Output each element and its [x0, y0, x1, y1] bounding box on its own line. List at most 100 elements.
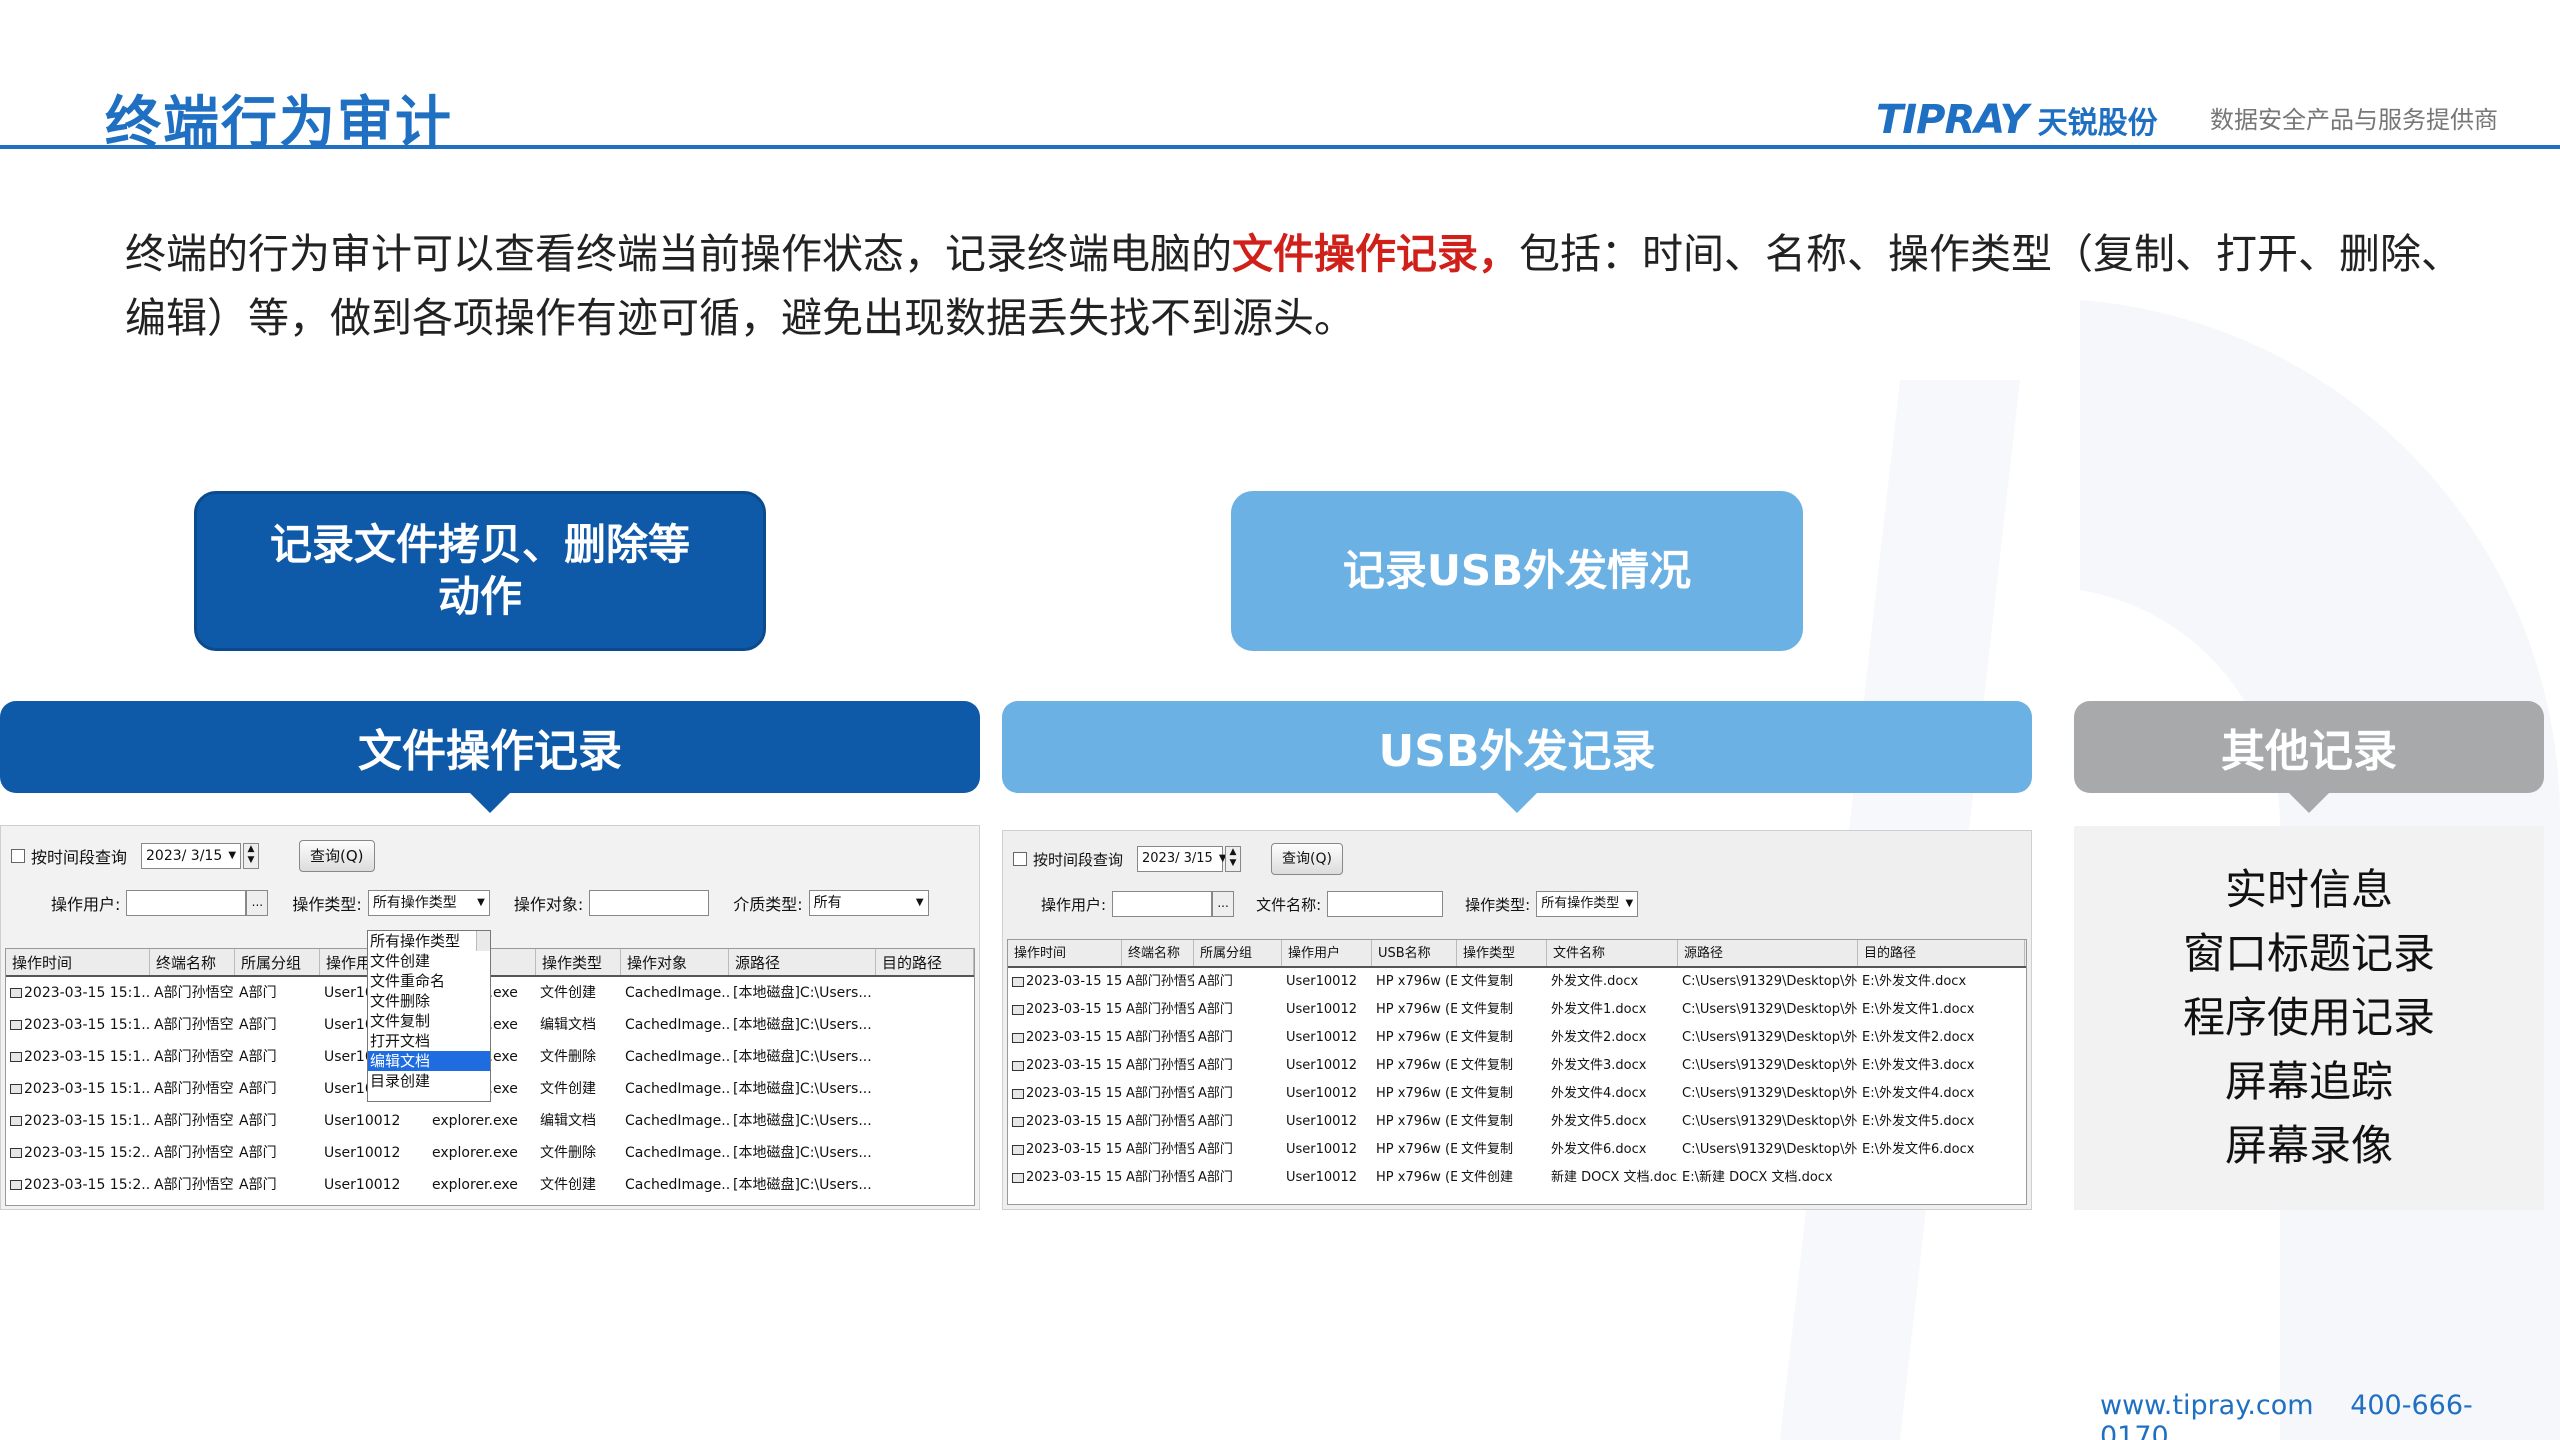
- table-cell: E:\外发文件3.docx: [1862, 1058, 1975, 1073]
- table-cell: [本地磁盘]C:\Users...: [733, 1113, 872, 1129]
- dropdown-option[interactable]: 所有操作类型: [368, 931, 490, 951]
- table-cell: 外发文件6.docx: [1551, 1142, 1647, 1157]
- list-item: 屏幕追踪: [2224, 1057, 2393, 1106]
- time-query-checkbox[interactable]: [11, 849, 25, 863]
- table-cell: [876, 1169, 974, 1201]
- section-usb-label: USB外发记录: [1378, 726, 1656, 777]
- table-cell: 2023-03-15 15:1...: [6, 1009, 150, 1041]
- chevron-down-icon: ▼: [915, 897, 924, 908]
- table-cell: HP x796w (E:): [1376, 1142, 1457, 1157]
- list-item: 实时信息: [2224, 865, 2393, 914]
- user-browse-button[interactable]: ...: [246, 890, 269, 916]
- table-cell: C:\Users\91329\Desktop\外发...: [1682, 974, 1858, 989]
- type-select[interactable]: 所有操作类型 ▼: [367, 890, 490, 916]
- column-header[interactable]: USB名称: [1372, 940, 1457, 966]
- table-cell: 2023-03-15 15:1...: [6, 1073, 150, 1105]
- table-row[interactable]: 2023-03-15 15:4... A部门孙悟空 A部门 User10012 HP x…: [1008, 1108, 2026, 1136]
- table-row[interactable]: 2023-03-15 15:2... A部门孙悟空 A部门 User10012 expl…: [6, 1137, 974, 1169]
- table-cell: C:\Users\91329\Desktop\外发...: [1682, 1002, 1858, 1017]
- column-header[interactable]: 源路径: [1678, 940, 1858, 966]
- table-row[interactable]: 2023-03-15 15:1...A部门孙悟空 A部门 User10012 expl…: [6, 1105, 974, 1137]
- column-header[interactable]: 所属分组: [1194, 940, 1282, 966]
- table-cell: E:\外发文件.docx: [1862, 974, 1967, 989]
- column-header[interactable]: 操作时间: [1008, 940, 1122, 966]
- table-cell: A部门: [1198, 1002, 1233, 1017]
- column-header[interactable]: 操作类型: [536, 949, 621, 975]
- table-cell: [876, 977, 974, 1009]
- query-button[interactable]: 查询(Q): [299, 840, 375, 872]
- table-row[interactable]: 2023-03-15 15:4... A部门孙悟空 A部门 User10012 HP x…: [1008, 1080, 2026, 1108]
- type-select[interactable]: 所有操作类型 ▼: [1536, 891, 1639, 917]
- column-header[interactable]: 文件名称: [1547, 940, 1678, 966]
- dropdown-option[interactable]: 文件删除: [368, 991, 490, 1011]
- dropdown-option[interactable]: 文件重命名: [368, 971, 490, 991]
- table-cell: explorer.exe: [432, 1113, 518, 1129]
- dropdown-option[interactable]: 打开文档: [368, 1031, 490, 1051]
- column-header[interactable]: 源路径: [729, 949, 876, 975]
- filename-label: 文件名称:: [1256, 895, 1322, 914]
- table-cell: [876, 1073, 974, 1105]
- table-row[interactable]: 2023-03-15 15:2... A部门孙悟空 A部门 User10012 expl…: [6, 1169, 974, 1201]
- target-input[interactable]: [589, 890, 710, 916]
- row-record-icon: [1012, 1172, 1024, 1183]
- time-query-checkbox[interactable]: [1013, 852, 1027, 866]
- table-cell: HP x796w (E:): [1376, 1086, 1457, 1101]
- table-cell: 2023-03-15 15:2...: [6, 1137, 150, 1169]
- table-cell: 编辑文档: [540, 1017, 596, 1033]
- table-cell: 文件删除: [540, 1145, 596, 1161]
- table-row[interactable]: 2023-03-15 15:4... A部门孙悟空 A部门 User10012 HP x…: [1008, 1052, 2026, 1080]
- other-records-list: 实时信息 窗口标题记录 程序使用记录 屏幕追踪 屏幕录像: [2074, 826, 2544, 1210]
- column-header[interactable]: 操作类型: [1457, 940, 1547, 966]
- table-row[interactable]: 2023-03-15 15:4... A部门孙悟空 A部门 User10012 HP x…: [1008, 1136, 2026, 1164]
- row-record-icon: [1012, 1060, 1024, 1071]
- table-cell: A部门: [239, 1049, 277, 1065]
- table-cell: 文件创建: [540, 1177, 596, 1193]
- table-row[interactable]: 2023-03-15 15:4... A部门孙悟空 A部门 User10012 HP x…: [1008, 1164, 2026, 1192]
- logo-chinese-name: 天锐股份: [2037, 106, 2158, 141]
- chevron-down-icon: ▼: [1625, 898, 1634, 909]
- table-cell: [1858, 1164, 2025, 1192]
- column-header[interactable]: 目的路径: [876, 949, 974, 975]
- query-button[interactable]: 查询(Q): [1271, 843, 1343, 875]
- row-record-icon: [10, 1148, 22, 1158]
- dropdown-option[interactable]: 目录创建: [368, 1071, 490, 1091]
- table-row[interactable]: 2023-03-15 15:4... A部门孙悟空 A部门 User10012 HP x…: [1008, 996, 2026, 1024]
- column-header[interactable]: 操作对象: [621, 949, 729, 975]
- date-spinner[interactable]: ▲ ▼: [1225, 846, 1242, 872]
- row-record-icon: [10, 988, 22, 998]
- column-header[interactable]: 操作时间: [6, 949, 150, 975]
- column-header[interactable]: 操作用户: [1282, 940, 1372, 966]
- table-cell: [本地磁盘]C:\Users...: [733, 1017, 872, 1033]
- column-header[interactable]: 目的路径: [1858, 940, 2025, 966]
- column-header[interactable]: 所属分组: [235, 949, 320, 975]
- dropdown-option[interactable]: 文件复制: [368, 1011, 490, 1031]
- table-cell: 2023-03-15 15:4...: [1008, 1164, 1122, 1192]
- table-cell: HP x796w (E:): [1376, 1114, 1457, 1129]
- table-cell: A部门孙悟空: [1126, 1058, 1194, 1073]
- table-cell: A部门: [239, 1017, 277, 1033]
- table-cell: 外发文件1.docx: [1551, 1002, 1647, 1017]
- date-picker[interactable]: 2023/ 3/15 ▼: [141, 843, 242, 869]
- user-input[interactable]: [126, 890, 247, 916]
- row-record-icon: [1012, 1032, 1024, 1043]
- table-cell: 文件复制: [1461, 1030, 1514, 1045]
- table-cell: A部门: [1198, 1086, 1233, 1101]
- dropdown-option[interactable]: 编辑文档: [368, 1051, 490, 1071]
- table-row[interactable]: 2023-03-15 15:4... A部门孙悟空 A部门 User10012 HP x…: [1008, 968, 2026, 996]
- intro-text-1: 终端的行为审计可以查看终端当前操作状态，记录终端电脑的: [125, 230, 1232, 278]
- date-spinner[interactable]: ▲ ▼: [243, 843, 260, 869]
- column-header[interactable]: 终端名称: [1122, 940, 1194, 966]
- filename-input[interactable]: [1327, 891, 1444, 917]
- row-record-icon: [10, 1052, 22, 1062]
- column-header[interactable]: 终端名称: [150, 949, 235, 975]
- table-row[interactable]: 2023-03-15 15:4... A部门孙悟空 A部门 User10012 HP x…: [1008, 1024, 2026, 1052]
- user-browse-button[interactable]: ...: [1212, 891, 1235, 917]
- dropdown-option[interactable]: 文件创建: [368, 951, 490, 971]
- dropdown-scrollbar[interactable]: [476, 931, 490, 951]
- table-cell: E:\外发文件1.docx: [1862, 1002, 1975, 1017]
- type-select-value: 所有操作类型: [1541, 896, 1620, 911]
- media-select[interactable]: 所有 ▼: [808, 890, 929, 916]
- date-picker[interactable]: 2023/ 3/15 ▼: [1137, 846, 1227, 872]
- user-input[interactable]: [1112, 891, 1213, 917]
- table-cell: A部门: [1198, 1114, 1233, 1129]
